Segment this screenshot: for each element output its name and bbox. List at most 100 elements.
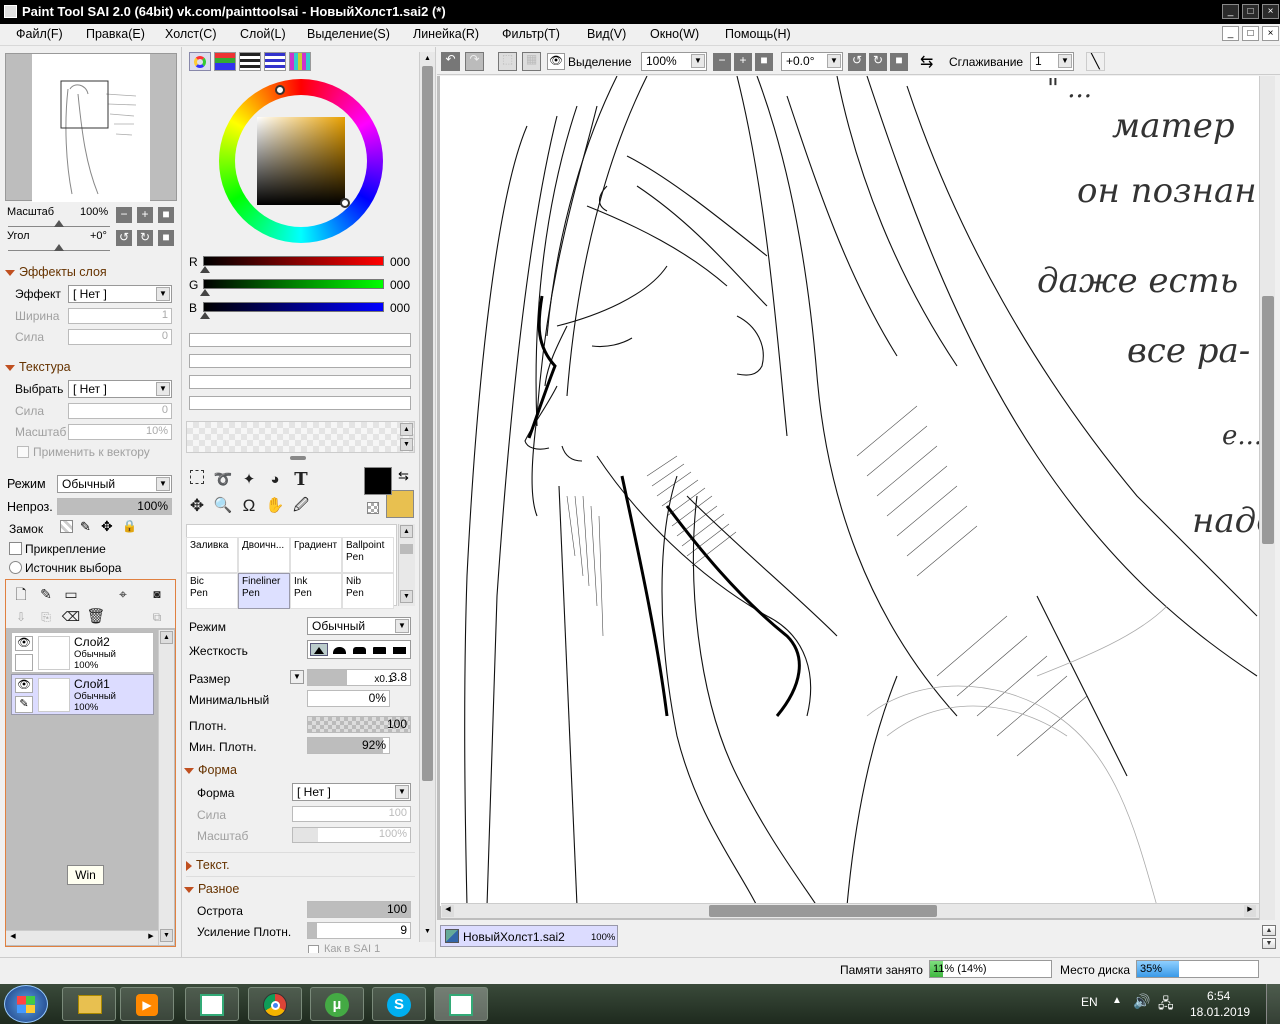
palette-tab-icon[interactable] bbox=[289, 52, 311, 71]
layer-row-selected[interactable]: 👁 ✎ Слой1 Обычный 100% bbox=[11, 674, 154, 715]
shape-icon[interactable]: ◕ bbox=[264, 469, 286, 491]
canvas-area[interactable]: " ... матер он познан даже есть все ра- … bbox=[437, 76, 1260, 920]
network-icon[interactable]: 🖧 bbox=[1158, 993, 1174, 1017]
scroll-thumb[interactable] bbox=[400, 544, 413, 554]
clock-date[interactable]: 18.01.2019 bbox=[1190, 1005, 1250, 1019]
b-slider[interactable] bbox=[203, 302, 384, 312]
tool-ink-pen[interactable]: Ink Pen bbox=[290, 573, 342, 609]
taskbar-skype[interactable]: S bbox=[372, 987, 426, 1021]
canvas-zoom-reset-button[interactable]: ■ bbox=[755, 53, 773, 71]
navigator-preview[interactable] bbox=[5, 53, 177, 202]
tool-fineliner-pen[interactable]: Fineliner Pen bbox=[238, 573, 290, 609]
density-boost-slider[interactable]: 9 bbox=[307, 922, 411, 939]
density-slider[interactable]: 100 bbox=[307, 716, 411, 733]
alpha-bar[interactable] bbox=[189, 396, 411, 410]
layer-scrollbar[interactable]: ▲ ▼ bbox=[158, 630, 174, 945]
opacity-slider[interactable]: 100% bbox=[57, 498, 172, 515]
tool-ballpoint-pen[interactable]: Ballpoint Pen bbox=[342, 537, 394, 573]
magic-wand-icon[interactable]: ✦ bbox=[238, 469, 260, 491]
menu-ruler[interactable]: Линейка(R) bbox=[413, 27, 479, 41]
tool-bic-pen[interactable]: Bic Pen bbox=[186, 573, 238, 609]
hand-icon[interactable]: ✋ bbox=[264, 495, 286, 517]
canvas-rotate-left-button[interactable]: ↺ bbox=[848, 53, 866, 71]
scroll-right-icon[interactable]: ▶ bbox=[1244, 905, 1256, 917]
doc-minimize-button[interactable]: _ bbox=[1222, 26, 1239, 41]
menu-edit[interactable]: Правка(E) bbox=[86, 27, 145, 41]
tab-scroll-down-button[interactable]: ▼ bbox=[1262, 938, 1276, 949]
layer-hscrollbar[interactable]: ◀ ▶ bbox=[6, 930, 158, 945]
lock-paint-icon[interactable]: ✎ bbox=[80, 519, 91, 535]
hardness-3-icon[interactable] bbox=[353, 647, 366, 654]
brush-mode-dropdown[interactable]: Обычный ▼ bbox=[307, 617, 411, 635]
canvas-hscrollbar[interactable]: ◀ ▶ bbox=[441, 903, 1259, 918]
new-layer-icon[interactable]: 🗋 bbox=[10, 583, 32, 605]
start-button[interactable] bbox=[4, 985, 48, 1023]
min-size-slider[interactable]: 0% bbox=[307, 690, 390, 707]
angle-slider-thumb[interactable] bbox=[54, 244, 64, 251]
volume-icon[interactable]: 🔊 bbox=[1133, 993, 1150, 1010]
swap-colors-icon[interactable]: ⇆ bbox=[398, 468, 409, 484]
saturation-value-square[interactable] bbox=[257, 117, 345, 205]
zoom-out-button[interactable]: − bbox=[116, 207, 132, 223]
scroll-up-icon[interactable]: ▲ bbox=[400, 423, 413, 436]
tool-panel-scrollbar[interactable]: ▲ ▼ bbox=[419, 52, 435, 942]
doc-close-button[interactable]: × bbox=[1262, 26, 1279, 41]
color-wheel-tab-icon[interactable] bbox=[189, 52, 211, 71]
canvas-zoom-out-button[interactable]: − bbox=[713, 53, 731, 71]
scroll-left-icon[interactable]: ◀ bbox=[7, 932, 19, 944]
layer-transform-icon[interactable]: ⌖ bbox=[112, 583, 134, 605]
g-slider-thumb[interactable] bbox=[200, 289, 210, 296]
scroll-thumb[interactable] bbox=[1262, 296, 1274, 544]
menu-filter[interactable]: Фильтр(T) bbox=[502, 27, 560, 41]
canvas-angle-dropdown[interactable]: +0.0° ▼ bbox=[781, 52, 843, 71]
saturation-bar[interactable] bbox=[189, 354, 411, 368]
copy-layer-icon[interactable]: ⎘ bbox=[35, 606, 57, 628]
document-tab[interactable]: НовыйХолст1.sai2 100% bbox=[440, 925, 618, 947]
canvas-rotate-right-button[interactable]: ↻ bbox=[869, 53, 887, 71]
sharpness-slider[interactable]: 100 bbox=[307, 901, 411, 918]
scroll-right-icon[interactable]: ▶ bbox=[145, 932, 157, 944]
hardness-4-icon[interactable] bbox=[373, 647, 386, 654]
lock-transparency-icon[interactable] bbox=[60, 520, 73, 533]
merge-down-icon[interactable]: ⇩ bbox=[10, 606, 32, 628]
tab-scroll-up-button[interactable]: ▲ bbox=[1262, 925, 1276, 936]
canvas-zoom-in-button[interactable]: + bbox=[734, 53, 752, 71]
show-desktop-button[interactable] bbox=[1266, 984, 1280, 1024]
clear-layer-icon[interactable]: ⌫ bbox=[60, 606, 82, 628]
lock-all-icon[interactable]: 🔒 bbox=[122, 519, 137, 533]
canvas-zoom-dropdown[interactable]: 100% ▼ bbox=[641, 52, 707, 71]
flip-horizontal-icon[interactable]: ⇆ bbox=[920, 52, 933, 72]
color-picker-handle[interactable] bbox=[340, 198, 350, 208]
color-wheel[interactable] bbox=[219, 79, 383, 243]
scroll-down-icon[interactable]: ▼ bbox=[160, 929, 173, 942]
texture-dropdown[interactable]: [ Нет ] ▼ bbox=[68, 380, 172, 398]
shape-dropdown[interactable]: [ Нет ] ▼ bbox=[292, 783, 411, 801]
taskbar-sai[interactable] bbox=[185, 987, 239, 1021]
zoom-slider-thumb[interactable] bbox=[54, 220, 64, 227]
scroll-thumb[interactable] bbox=[422, 66, 433, 781]
g-slider[interactable] bbox=[203, 279, 384, 289]
zoom-in-button[interactable]: + bbox=[137, 207, 153, 223]
apply-mask-icon[interactable]: ⧉ bbox=[146, 606, 168, 628]
scroll-left-icon[interactable]: ◀ bbox=[442, 905, 454, 917]
zoom-reset-button[interactable]: ■ bbox=[158, 207, 174, 223]
text-tool-icon[interactable]: T bbox=[290, 469, 312, 491]
min-density-slider[interactable]: 92% bbox=[307, 737, 390, 754]
hue-handle[interactable] bbox=[275, 85, 285, 95]
taskbar-sai2[interactable] bbox=[434, 987, 488, 1021]
language-indicator[interactable]: EN bbox=[1081, 995, 1098, 1009]
tool-grid-scrollbar[interactable]: ▲ ▼ bbox=[398, 524, 415, 606]
smoothing-dropdown[interactable]: 1 ▼ bbox=[1030, 52, 1074, 71]
new-folder-icon[interactable]: ▭ bbox=[60, 583, 82, 605]
menu-view[interactable]: Вид(V) bbox=[587, 27, 626, 41]
rotate-right-button[interactable]: ↻ bbox=[137, 230, 153, 246]
hardness-selector[interactable] bbox=[307, 640, 411, 659]
taskbar-media-player[interactable]: ▶ bbox=[120, 987, 174, 1021]
rgb-slider-tab-icon[interactable] bbox=[214, 52, 236, 71]
eyedropper-icon[interactable]: 🖉 bbox=[290, 495, 312, 517]
delete-layer-icon[interactable]: 🗑 bbox=[85, 606, 107, 628]
hardness-2-icon[interactable] bbox=[333, 647, 346, 654]
menu-layer[interactable]: Слой(L) bbox=[240, 27, 286, 41]
effect-dropdown[interactable]: [ Нет ] ▼ bbox=[68, 285, 172, 303]
menu-selection[interactable]: Выделение(S) bbox=[307, 27, 390, 41]
